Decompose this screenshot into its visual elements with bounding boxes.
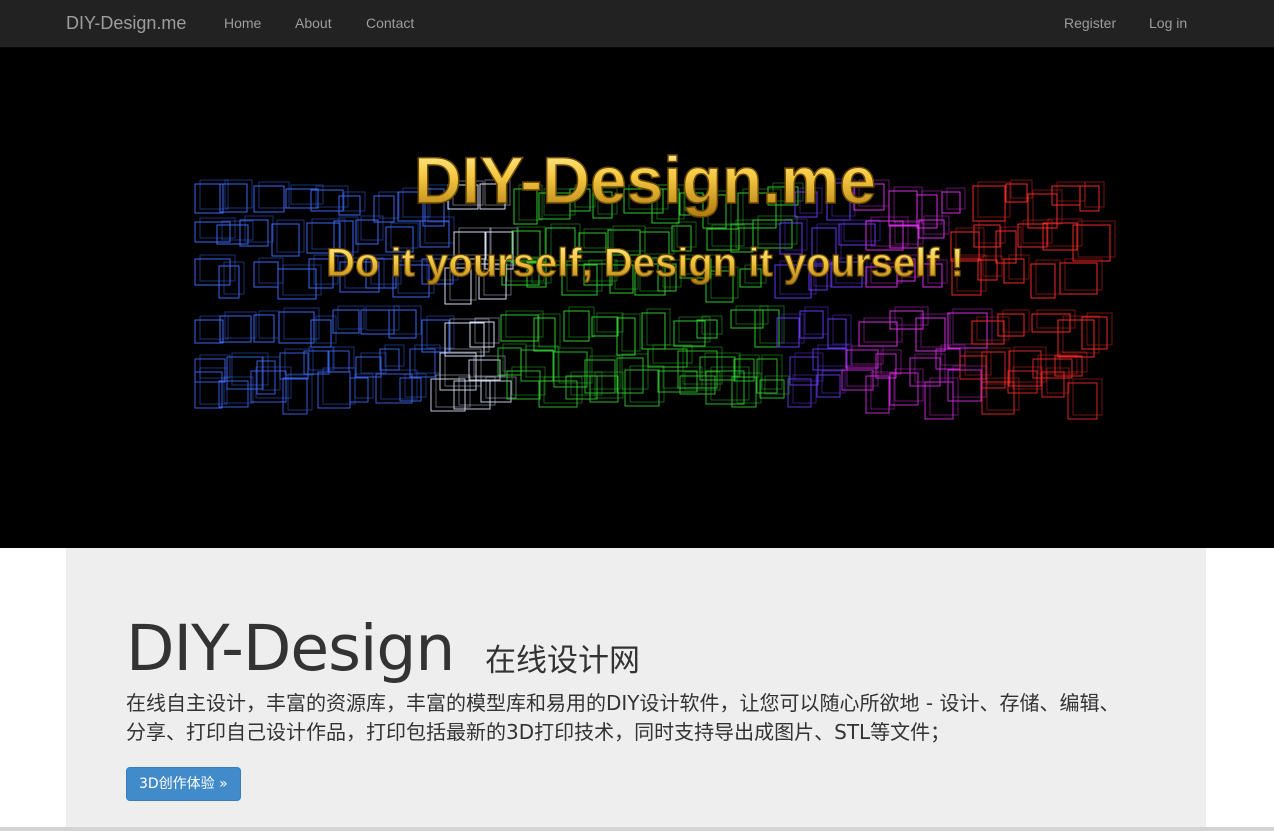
try-3d-design-button[interactable]: 3D创作体验 » <box>126 767 241 801</box>
jumbotron-title: DIY-Design <box>126 612 455 685</box>
top-navbar: DIY-Design.me Home About Contact Registe… <box>0 0 1274 48</box>
jumbotron-subtitle: 在线设计网 <box>485 643 640 679</box>
jumbotron: DIY-Design 在线设计网 在线自主设计，丰富的资源库，丰富的模型库和易用… <box>66 548 1206 831</box>
register-link[interactable]: Register <box>1064 13 1116 33</box>
banner-artwork: DIY-Design.me Do it yourself, Design it … <box>194 142 1116 420</box>
nav-about-link[interactable]: About <box>295 13 332 33</box>
page-bottom-border <box>0 827 1274 831</box>
login-link[interactable]: Log in <box>1149 13 1187 33</box>
banner-tagline-text: Do it yourself, Design it yourself ! <box>326 241 964 285</box>
nav-home-link[interactable]: Home <box>224 13 261 33</box>
nav-contact-link[interactable]: Contact <box>366 13 414 33</box>
brand-link[interactable]: DIY-Design.me <box>66 11 186 35</box>
jumbotron-description: 在线自主设计，丰富的资源库，丰富的模型库和易用的DIY设计软件，让您可以随心所欲… <box>126 691 1120 744</box>
hero-banner: DIY-Design.me Do it yourself, Design it … <box>0 48 1274 548</box>
banner-title-text: DIY-Design.me <box>414 143 876 217</box>
